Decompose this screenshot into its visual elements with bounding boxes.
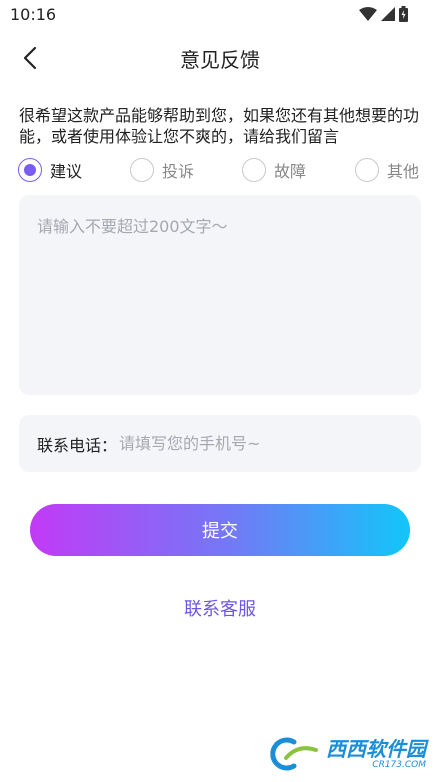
watermark: 西西软件园 CR173.COM [264,736,426,772]
cellular-signal-icon [381,7,395,21]
radio-circle [355,158,379,182]
battery-icon [399,6,408,22]
status-bar: 10:16 [0,0,440,30]
radio-circle [18,158,42,182]
radio-option-complaint[interactable]: 投诉 [130,156,194,184]
contact-service-link[interactable]: 联系客服 [0,595,440,621]
radio-circle [242,158,266,182]
radio-label: 故障 [274,162,307,181]
feedback-textarea[interactable] [19,195,421,395]
feedback-type-group: 建议 投诉 故障 其他 [18,156,424,184]
status-time: 10:16 [10,5,57,24]
submit-button[interactable]: 提交 [30,504,410,556]
header: 意见反馈 [0,36,440,80]
watermark-text: 西西软件园 [326,737,426,761]
status-icons [359,6,408,22]
radio-circle [130,158,154,182]
phone-input[interactable] [119,434,421,453]
radio-selected-dot [24,164,36,176]
intro-text: 很希望这款产品能够帮助到您，如果您还有其他想要的功能，或者使用体验让您不爽的，请… [19,106,420,146]
feedback-box [19,195,421,395]
watermark-subtext: CR173.COM [372,760,426,770]
phone-field-box: 联系电话： [19,415,421,472]
radio-label: 建议 [50,162,83,181]
phone-label: 联系电话： [37,435,118,455]
watermark-logo-icon [270,737,318,771]
radio-option-other[interactable]: 其他 [355,156,419,184]
page-title: 意见反馈 [180,48,260,72]
radio-option-fault[interactable]: 故障 [242,156,306,184]
radio-label: 其他 [387,162,420,181]
wifi-icon [359,7,377,21]
radio-label: 投诉 [162,162,195,181]
radio-option-suggestion[interactable]: 建议 [18,156,82,184]
